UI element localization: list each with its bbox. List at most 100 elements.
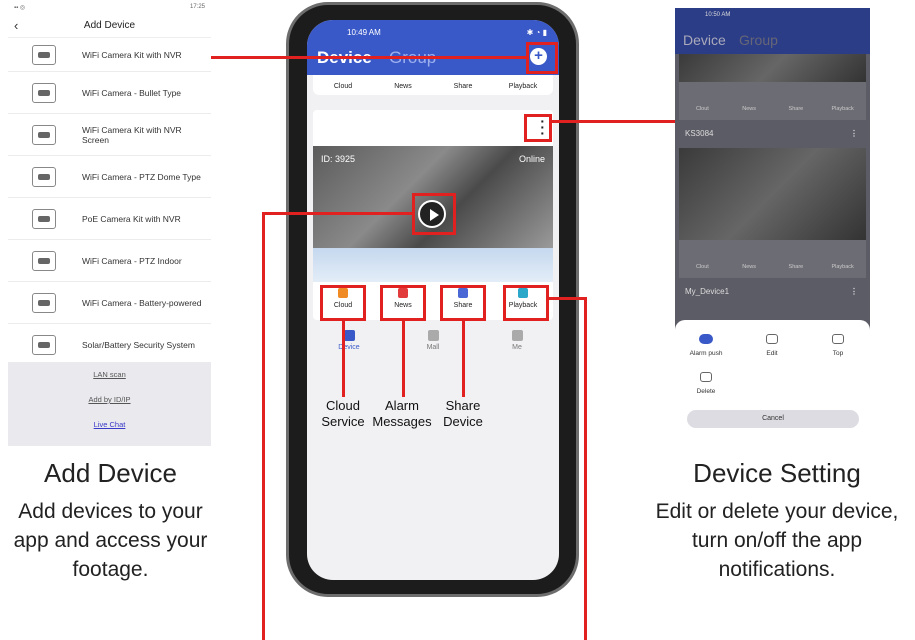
highlight-more [524,114,552,142]
caption-text: Add devices to your app and access your … [13,500,208,581]
tab-group[interactable]: Group [739,32,778,48]
pin-top-icon [832,334,844,344]
right-caption: Device Setting Edit or delete your devic… [652,458,902,584]
device-item-ptz-dome[interactable]: WiFi Camera - PTZ Dome Type [8,156,211,198]
connector-share [462,321,465,397]
trash-icon [700,372,712,382]
device-options-sheet: Alarm push Edit Top Delete Cancel [675,320,870,430]
add-device-screenshot: ▪▪ ◎ 17:25 ‹ Add Device WiFi Camera Kit w… [8,0,211,446]
option-label: Delete [696,388,716,395]
device-label: WiFi Camera Kit with NVR [82,49,182,60]
mall-icon [427,330,439,341]
device-item-wifi-kit-nvr[interactable]: WiFi Camera Kit with NVR [8,38,211,72]
device-label: WiFi Camera - PTZ Dome Type [82,171,201,182]
camera-feed [679,54,866,82]
status-time: 10:49 AM [347,28,381,37]
caption-text: Edit or delete your device, turn on/off … [655,500,899,581]
live-chat-link[interactable]: Live Chat [8,412,211,437]
connector-playback-v [584,297,587,640]
news-tab[interactable]: News [726,240,773,278]
highlight-cloud [320,285,366,321]
add-device-footer: LAN scan Add by ID/IP Live Chat [8,362,211,446]
news-tab[interactable]: News [726,82,773,120]
back-icon[interactable]: ‹ [14,18,18,33]
top-news[interactable]: News [373,75,433,95]
add-by-id-link[interactable]: Add by ID/IP [8,387,211,412]
camera-kit-icon [32,44,56,65]
caption-title: Add Device [44,458,177,488]
tab-device[interactable]: Device [683,32,726,48]
more-options-icon[interactable]: ⋮ [850,278,858,306]
highlight-playback [503,285,549,321]
status-icons: ✱ ◔ ▮ [526,28,547,37]
online-badge: Online [518,154,545,164]
device-setting-screenshot: 10:50 AM Device Group Clout News Share P… [675,8,870,430]
device-item-battery[interactable]: WiFi Camera - Battery-powered [8,282,211,324]
nav-label: Me [512,344,522,351]
playback-tab[interactable]: Playback [819,82,866,120]
nav-device[interactable]: Device [307,326,391,360]
highlight-play [412,193,456,235]
app-header: 10:49 AM ✱ ◔ ▮ Device Group + [307,20,559,75]
delete-option[interactable]: Delete [681,372,731,395]
camera-feed[interactable] [679,148,866,240]
share-tab[interactable]: Share [773,82,820,120]
device-item-bullet[interactable]: WiFi Camera - Bullet Type [8,72,211,114]
lan-scan-link[interactable]: LAN scan [8,362,211,387]
edit-icon [766,334,778,344]
device-label: PoE Camera Kit with NVR [82,213,181,224]
status-time: 17:25 [189,4,205,10]
share-tab[interactable]: Share [773,240,820,278]
top-share[interactable]: Share [433,75,493,95]
device-label: WiFi Camera - PTZ Indoor [82,255,182,266]
dome-camera-icon [32,166,56,187]
highlight-share [440,285,486,321]
cancel-button[interactable]: Cancel [687,410,859,428]
connector-play-v [262,212,265,640]
top-option[interactable]: Top [813,334,863,357]
top-playback[interactable]: Playback [493,75,553,95]
edit-option[interactable]: Edit [747,334,797,357]
poe-kit-icon [32,208,56,229]
label-share-device: Share Device [443,398,483,429]
alarm-push-option[interactable]: Alarm push [681,334,731,357]
setting-header: 10:50 AM Device Group [675,8,870,54]
device-label: WiFi Camera Kit with NVR Screen [82,124,182,145]
device-name-row: My_Device1 ⋮ [675,278,870,306]
me-icon [511,330,523,341]
top-cloud[interactable]: Cloud [313,75,373,95]
device-label: Solar/Battery Security System [82,339,195,350]
camera-id: ID: 3925 [321,154,356,164]
device-item-solar[interactable]: Solar/Battery Security System [8,324,211,366]
device-icon [343,330,355,341]
add-device-header: ‹ Add Device [8,14,211,38]
label-alarm-messages: Alarm Messages [372,398,432,429]
device-item-kit-screen[interactable]: WiFi Camera Kit with NVR Screen [8,114,211,156]
bullet-camera-icon [32,82,56,103]
status-time: 10:50 AM [705,12,731,18]
toggle-icon [699,334,713,344]
highlight-news [380,285,426,321]
option-label: Edit [766,350,778,357]
playback-tab[interactable]: Playback [819,240,866,278]
device-item-poe-kit[interactable]: PoE Camera Kit with NVR [8,198,211,240]
cloud-tab[interactable]: Clout [679,240,726,278]
connector-play-h [262,212,412,215]
device-name: My_Device1 [685,287,730,296]
cloud-tab[interactable]: Clout [679,82,726,120]
highlight-add [526,42,558,74]
device-name-row: KS3084 ⋮ [675,120,870,148]
top-action-bar: Cloud News Share Playback [313,75,553,95]
left-caption: Add Device Add devices to your app and a… [8,458,213,584]
more-options-icon[interactable]: ⋮ [850,120,858,148]
device-item-ptz-indoor[interactable]: WiFi Camera - PTZ Indoor [8,240,211,282]
camera-thumbnails [313,248,553,282]
option-label: Alarm push [689,350,723,357]
connector-more [552,120,675,123]
page-title: Add Device [83,20,136,31]
nav-me[interactable]: Me [475,326,559,360]
indoor-camera-icon [32,250,56,271]
status-bar: ▪▪ ◎ 17:25 [14,4,205,11]
solar-system-icon [32,334,56,355]
caption-title: Device Setting [693,458,861,488]
